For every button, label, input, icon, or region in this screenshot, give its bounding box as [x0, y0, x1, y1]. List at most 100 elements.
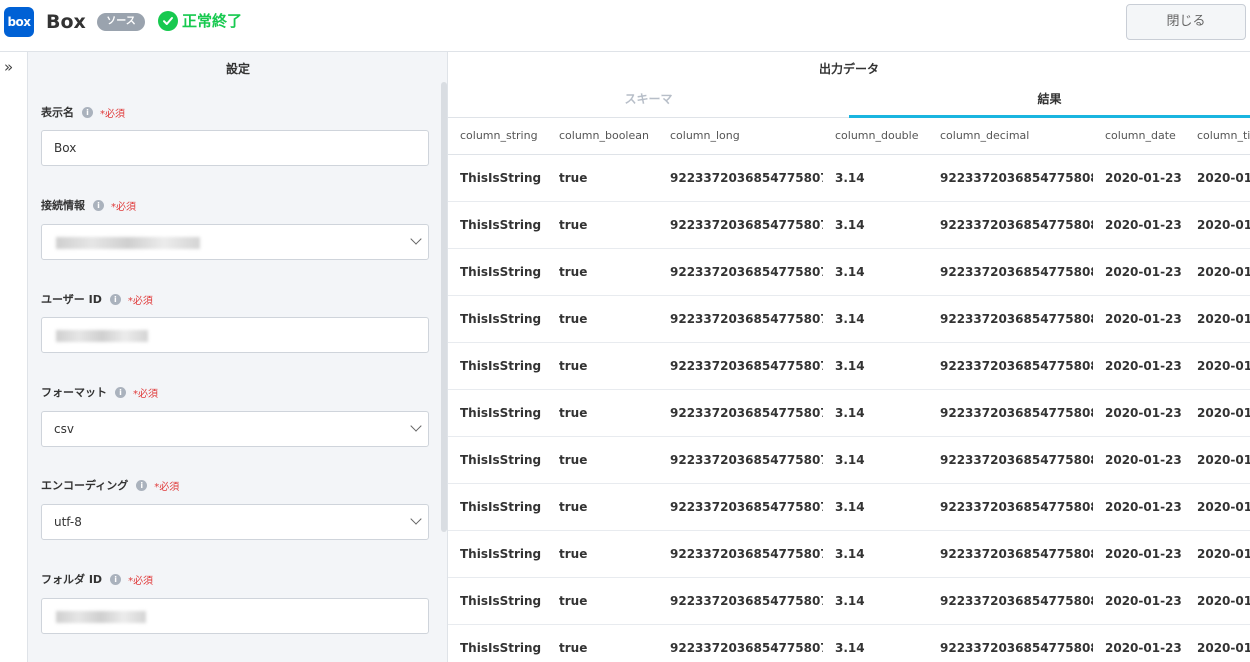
info-icon[interactable]: i [93, 199, 104, 211]
info-icon[interactable]: i [109, 293, 121, 305]
table-cell: 3.14 [823, 201, 928, 249]
table-cell: ThisIsString [448, 342, 547, 390]
results-table: column_string column_boolean column_long co… [448, 118, 1250, 662]
table-cell: 2020-01-23 [1093, 624, 1185, 662]
source-badge: ソース [97, 13, 145, 31]
table-cell: true [547, 436, 658, 484]
table-cell: 9223372036854775808 [928, 342, 1093, 390]
tab-schema[interactable]: スキーマ [448, 86, 849, 118]
table-row: ThisIsString true 9223372036854775807 3.14 9… [448, 389, 1250, 437]
column-header[interactable]: column_decimal [928, 118, 1093, 155]
table-cell: 2020-01-23 [1093, 577, 1185, 625]
table-cell: true [547, 483, 658, 531]
format-value: csv [54, 422, 74, 436]
required-marker: *必須 [154, 481, 180, 493]
column-header[interactable]: column_ti [1185, 118, 1250, 155]
required-marker: *必須 [111, 201, 136, 213]
table-row: ThisIsString true 9223372036854775807 3.14 9… [448, 577, 1250, 625]
table-cell: 2020-01-23 [1093, 154, 1185, 202]
table-cell: ThisIsString [448, 577, 547, 625]
settings-title: 設定 [225, 62, 250, 76]
table-cell: 9223372036854775808 [928, 201, 1093, 249]
table-cell: 9223372036854775807 [658, 389, 823, 437]
table-cell: true [547, 154, 658, 202]
info-icon[interactable]: i [136, 479, 148, 491]
output-panel: 出力データ スキーマ 結果 column_string column_boolea… [448, 52, 1250, 662]
table-cell: ThisIsString [448, 248, 547, 296]
required-marker: *必須 [128, 575, 154, 587]
table-cell: true [547, 342, 658, 390]
required-marker: *必須 [133, 388, 158, 400]
table-cell: 3.14 [823, 154, 928, 202]
output-title: 出力データ [818, 62, 879, 76]
required-marker: *必須 [100, 108, 125, 120]
table-cell: true [547, 295, 658, 343]
double-chevron-right-icon[interactable]: » [4, 58, 13, 76]
column-header[interactable]: column_long [658, 118, 823, 155]
close-button[interactable]: 閉じる [1126, 4, 1246, 40]
column-header[interactable]: column_double [823, 118, 928, 155]
table-row: ThisIsString true 9223372036854775807 3.14 9… [448, 342, 1250, 390]
table-cell: ThisIsString [448, 483, 547, 531]
status-text: 正常終了 [182, 12, 243, 30]
table-cell: 9223372036854775807 [658, 436, 823, 484]
chevron-down-icon [410, 420, 422, 432]
table-cell: 2020-01- [1185, 483, 1250, 531]
table-cell: 2020-01- [1185, 154, 1250, 202]
table-cell: 3.14 [823, 577, 928, 625]
user-id-input[interactable] [41, 317, 429, 353]
table-cell: 3.14 [823, 295, 928, 343]
table-cell: ThisIsString [448, 295, 547, 343]
table-cell: 9223372036854775808 [928, 530, 1093, 578]
table-cell: 9223372036854775807 [658, 154, 823, 202]
redacted-value [56, 611, 146, 623]
table-cell: 9223372036854775808 [928, 577, 1093, 625]
info-icon[interactable]: i [82, 106, 93, 118]
table-cell: ThisIsString [448, 530, 547, 578]
table-cell: 9223372036854775807 [658, 624, 823, 662]
display-name-input[interactable]: Box [41, 130, 429, 166]
folder-id-input[interactable] [41, 598, 429, 634]
table-cell: 2020-01-23 [1093, 483, 1185, 531]
table-cell: 9223372036854775808 [928, 154, 1093, 202]
connection-select[interactable] [41, 224, 429, 260]
chevron-down-icon [410, 233, 422, 245]
table-row: ThisIsString true 9223372036854775807 3.14 9… [448, 248, 1250, 296]
table-row: ThisIsString true 9223372036854775807 3.14 9… [448, 154, 1250, 202]
table-cell: true [547, 389, 658, 437]
column-header[interactable]: column_boolean [547, 118, 658, 155]
table-cell: 2020-01- [1185, 436, 1250, 484]
table-cell: 3.14 [823, 389, 928, 437]
table-cell: ThisIsString [448, 154, 547, 202]
table-cell: 2020-01-23 [1093, 342, 1185, 390]
table-cell: 2020-01-23 [1093, 530, 1185, 578]
info-icon[interactable]: i [110, 573, 122, 585]
table-cell: 3.14 [823, 624, 928, 662]
table-cell: 9223372036854775807 [658, 483, 823, 531]
table-cell: 9223372036854775807 [658, 295, 823, 343]
info-icon[interactable]: i [115, 386, 126, 398]
table-cell: true [547, 577, 658, 625]
table-cell: 3.14 [823, 483, 928, 531]
field-label-text: ユーザー ID [41, 293, 102, 306]
settings-scrollbar[interactable] [441, 82, 447, 532]
app-title: Box [46, 11, 86, 33]
encoding-select[interactable]: utf-8 [41, 504, 429, 540]
required-marker: *必須 [127, 295, 153, 307]
field-label-encoding: エンコーディング i *必須 [41, 477, 179, 493]
table-cell: 9223372036854775808 [928, 295, 1093, 343]
table-cell: 3.14 [823, 342, 928, 390]
redacted-value [56, 237, 200, 249]
table-cell: 9223372036854775807 [658, 530, 823, 578]
settings-panel: 設定 表示名 i *必須 Box 接続情報 i *必須 ユーザー ID i *必… [28, 52, 448, 662]
column-header[interactable]: column_date [1093, 118, 1185, 155]
field-label-text: フォーマット [41, 386, 107, 399]
collapse-rail: » [0, 52, 28, 662]
column-header[interactable]: column_string [448, 118, 547, 155]
table-cell: 2020-01- [1185, 295, 1250, 343]
tab-results[interactable]: 結果 [849, 86, 1250, 118]
format-select[interactable]: csv [41, 411, 429, 447]
table-cell: 3.14 [823, 436, 928, 484]
table-row: ThisIsString true 9223372036854775807 3.14 9… [448, 436, 1250, 484]
table-cell: 9223372036854775807 [658, 342, 823, 390]
